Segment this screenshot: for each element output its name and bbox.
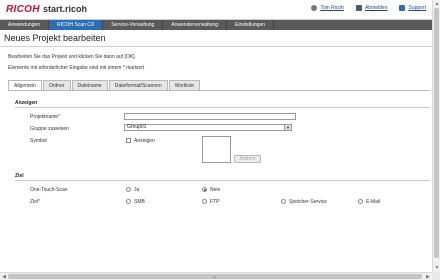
anzeigen-checkbox[interactable] [126,138,131,143]
symbol-label: Symbol [30,138,47,144]
logout-icon [355,5,362,11]
support-link[interactable]: Support [408,5,426,11]
section-title-ziel: Ziel [15,173,24,179]
ricoh-logo: RICOH [6,4,40,15]
gruppe-select[interactable]: Group01 ▼ [124,124,292,131]
gruppe-label: Gruppe zuweisen [30,126,69,132]
scroll-down-icon[interactable]: ▼ [434,265,440,271]
nav-item-einstellungen[interactable]: Einstellungen [227,20,275,30]
scroll-grip-icon: ||| [213,274,217,279]
user-name-link[interactable]: Tom Ricoh [320,5,344,11]
anzeigen-checkbox-label: Anzeigen [134,138,155,144]
scroll-left-icon[interactable]: ◀ [1,274,7,280]
user-area: Tom Ricoh Abmelden Support [311,5,426,11]
one-touch-nein-radio[interactable] [202,187,207,192]
ziel-email-label: E-Mail [366,199,381,205]
one-touch-label: One-Touch-Scan [30,187,68,193]
page-title: Neues Projekt bearbeiten [4,33,106,43]
vertical-scrollbar[interactable]: ▲ ▼ [432,0,440,272]
one-touch-ja-radio[interactable] [126,187,131,192]
tab-dateiname[interactable]: Dateiname [71,80,108,90]
horizontal-scrollbar[interactable]: ◀ ||| ▶ [0,272,432,280]
ziel-ftp-radio[interactable] [202,199,207,204]
app-title: start.ricoh [43,4,88,14]
title-divider [0,46,432,47]
nav-item-anwenderverwaltung[interactable]: Anwenderverwaltung [163,20,227,30]
gruppe-select-value: Group01 [127,124,147,130]
logout-link[interactable]: Abmelden [365,5,388,11]
support-icon [399,5,406,11]
ziel-label: Ziel* [30,199,41,205]
one-touch-ja-label: Ja [134,187,140,193]
aendern-button[interactable]: Ändern [234,155,261,163]
projektname-input[interactable] [124,113,296,120]
ziel-speicher-service-radio[interactable] [281,199,286,204]
tab-divider [8,90,430,91]
instruction-text: Bearbeiten Sie das Projekt und klicken S… [8,54,136,60]
symbol-preview [202,136,231,163]
nav-item-service-verwaltung[interactable]: Service-Verwaltung [103,20,164,30]
required-hint-text: Elemente mit erforderlicher Eingabe sind… [8,65,145,71]
scrollbar-corner [432,272,440,280]
tab-dateiformat-scannen[interactable]: Dateiformat/Scannen [108,80,168,90]
section-divider-ziel [15,180,430,181]
required-marker: * [38,199,41,205]
tab-ordner[interactable]: Ordner [42,80,71,90]
ziel-email-radio[interactable] [358,199,363,204]
section-title-anzeigen: Anzeigen [15,100,38,106]
ziel-ftp-label: FTP [210,199,220,205]
ziel-smb-radio[interactable] [126,199,131,204]
scroll-up-icon[interactable]: ▲ [434,1,440,7]
vertical-scroll-thumb[interactable] [434,8,439,258]
user-icon [311,5,318,11]
projektname-label: Projektname* [30,114,61,120]
nav-item-anwendungen[interactable]: Anwendungen [0,20,49,30]
chevron-down-icon: ▼ [284,125,291,130]
one-touch-nein-label: Nein [210,187,221,193]
section-divider-anzeigen [15,107,430,108]
ziel-smb-label: SMB [134,199,145,205]
main-nav: Anwendungen RICOH Scan CX Service-Verwal… [0,20,432,30]
scroll-right-icon[interactable]: ▶ [425,274,431,280]
tab-wortliste[interactable]: Wortliste [168,80,201,90]
app-header: RICOH start.ricoh Tom Ricoh Abmelden Sup… [0,0,432,20]
nav-item-scan-cx[interactable]: RICOH Scan CX [48,20,104,30]
required-marker: * [58,114,61,120]
ziel-speicher-service-label: Speicher-Service [289,199,328,205]
